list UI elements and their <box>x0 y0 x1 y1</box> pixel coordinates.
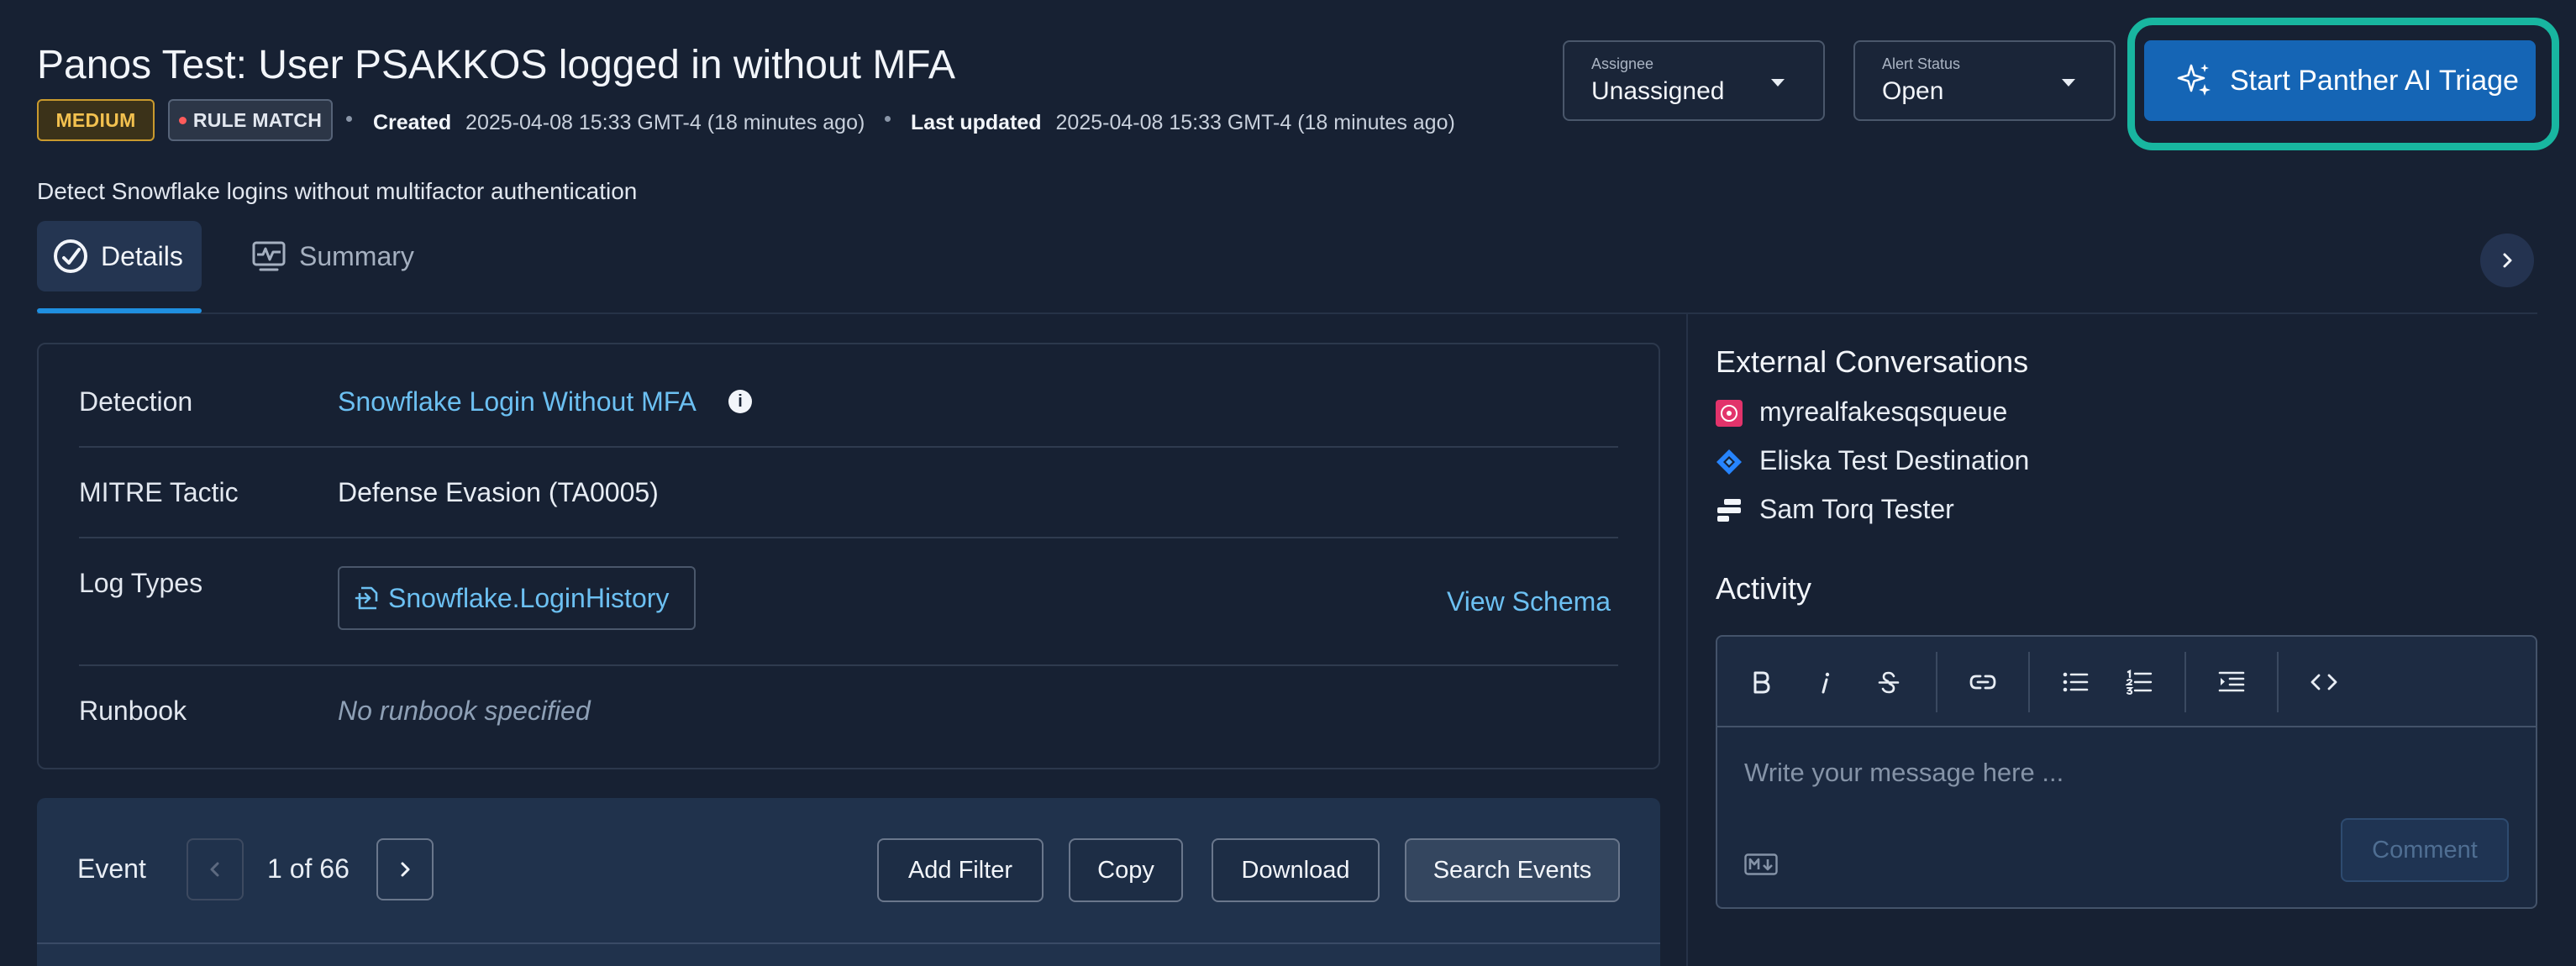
active-tab-indicator <box>37 308 202 313</box>
indent-button[interactable] <box>2213 664 2250 701</box>
event-divider <box>37 942 1660 944</box>
row-divider <box>79 664 1618 666</box>
event-pagination: 1 of 66 <box>267 853 350 884</box>
numbered-list-button[interactable] <box>2121 664 2158 701</box>
strikethrough-button[interactable] <box>1870 664 1907 701</box>
add-filter-button[interactable]: Add Filter <box>877 838 1044 902</box>
created-meta: Created 2025-04-08 15:33 GMT-4 (18 minut… <box>373 111 865 135</box>
tab-details-label: Details <box>101 240 183 271</box>
created-label: Created <box>373 111 452 134</box>
separator-dot <box>346 116 352 122</box>
details-card <box>37 343 1660 769</box>
tab-details[interactable]: Details <box>37 221 202 291</box>
row-divider <box>79 537 1618 538</box>
alert-title: Panos Test: User PSAKKOS logged in witho… <box>37 43 955 87</box>
bullet-list-button[interactable] <box>2057 664 2094 701</box>
start-ai-triage-button[interactable]: Start Panther AI Triage <box>2144 40 2536 121</box>
toolbar-separator <box>1936 652 1937 712</box>
ai-triage-label: Start Panther AI Triage <box>2230 64 2519 97</box>
previous-event-button[interactable] <box>187 838 244 900</box>
expand-panel-button[interactable] <box>2480 234 2534 287</box>
copy-button[interactable]: Copy <box>1069 838 1183 902</box>
indent-icon <box>2218 671 2245 692</box>
event-label: Event <box>77 853 146 884</box>
rule-dot-icon <box>178 116 187 124</box>
tab-summary-label: Summary <box>299 240 414 271</box>
conversation-item[interactable]: Sam Torq Tester <box>1759 494 1954 525</box>
toolbar-separator <box>2184 652 2186 712</box>
separator-dot <box>885 116 891 122</box>
tab-summary[interactable]: Summary <box>235 221 437 291</box>
severity-badge: MEDIUM <box>37 99 155 141</box>
search-events-button[interactable]: Search Events <box>1405 838 1620 902</box>
updated-meta: Last updated 2025-04-08 15:33 GMT-4 (18 … <box>911 111 1455 135</box>
caret-down-icon <box>1771 79 1785 87</box>
torq-icon <box>1717 499 1741 522</box>
column-divider <box>1686 314 1688 966</box>
log-type-chip[interactable]: Snowflake.LoginHistory <box>338 566 696 630</box>
chevron-right-icon <box>401 862 410 877</box>
mitre-value: Defense Evasion (TA0005) <box>338 477 659 507</box>
assignee-value: Unassigned <box>1591 77 1725 105</box>
conversation-item[interactable]: Eliska Test Destination <box>1759 445 2029 476</box>
activity-title: Activity <box>1716 571 1812 606</box>
updated-value: 2025-04-08 15:33 GMT-4 (18 minutes ago) <box>1055 111 1455 134</box>
link-button[interactable] <box>1964 664 2001 701</box>
updated-label: Last updated <box>911 111 1042 134</box>
message-input[interactable]: Write your message here ... <box>1744 758 2063 788</box>
next-event-button[interactable] <box>376 838 434 900</box>
info-icon[interactable]: i <box>728 390 752 413</box>
log-types-label: Log Types <box>79 568 203 598</box>
chevron-right-icon <box>2503 253 2512 268</box>
bold-icon <box>1753 671 1770 694</box>
bold-button[interactable] <box>1743 664 1780 701</box>
assignee-select[interactable]: Assignee Unassigned <box>1563 40 1825 121</box>
created-value: 2025-04-08 15:33 GMT-4 (18 minutes ago) <box>465 111 865 134</box>
caret-down-icon <box>2062 79 2075 87</box>
gauge-icon <box>54 239 87 273</box>
download-button[interactable]: Download <box>1212 838 1380 902</box>
code-icon <box>2311 674 2337 690</box>
assignee-label: Assignee <box>1591 55 1654 72</box>
chevron-left-icon <box>210 862 219 877</box>
sparkles-icon <box>2177 64 2211 96</box>
toolbar-separator <box>2277 652 2279 712</box>
log-type-label: Snowflake.LoginHistory <box>388 582 670 613</box>
italic-icon <box>1822 672 1830 694</box>
code-button[interactable] <box>2305 664 2342 701</box>
detection-link[interactable]: Snowflake Login Without MFA <box>338 386 697 417</box>
comment-button[interactable]: Comment <box>2341 818 2509 882</box>
detection-label: Detection <box>79 386 193 417</box>
alert-description: Detect Snowflake logins without multifac… <box>37 178 638 204</box>
italic-button[interactable] <box>1806 664 1843 701</box>
schema-icon <box>355 586 378 610</box>
sqs-icon <box>1716 400 1743 427</box>
bullet-list-icon <box>2063 672 2089 692</box>
alert-type-label: RULE MATCH <box>192 108 323 131</box>
markdown-icon <box>1744 853 1778 875</box>
numbered-list-icon <box>2126 669 2153 695</box>
tabs-divider <box>37 312 2537 314</box>
strikethrough-icon <box>1878 671 1900 694</box>
mitre-label: MITRE Tactic <box>79 477 239 507</box>
alert-status-label: Alert Status <box>1882 55 1961 72</box>
alert-status-value: Open <box>1882 77 1944 105</box>
row-divider <box>79 446 1618 448</box>
jira-icon <box>1716 449 1742 475</box>
conversation-item[interactable]: myrealfakesqsqueue <box>1759 396 2007 428</box>
activity-monitor-icon <box>252 241 286 271</box>
runbook-label: Runbook <box>79 696 187 726</box>
external-conversations-title: External Conversations <box>1716 344 2029 379</box>
toolbar-separator <box>2028 652 2030 712</box>
view-schema-link[interactable]: View Schema <box>1447 586 1611 617</box>
alert-status-select[interactable]: Alert Status Open <box>1853 40 2116 121</box>
runbook-value: No runbook specified <box>338 696 591 726</box>
alert-type-badge: RULE MATCH <box>168 99 333 141</box>
link-icon <box>1969 675 1996 690</box>
